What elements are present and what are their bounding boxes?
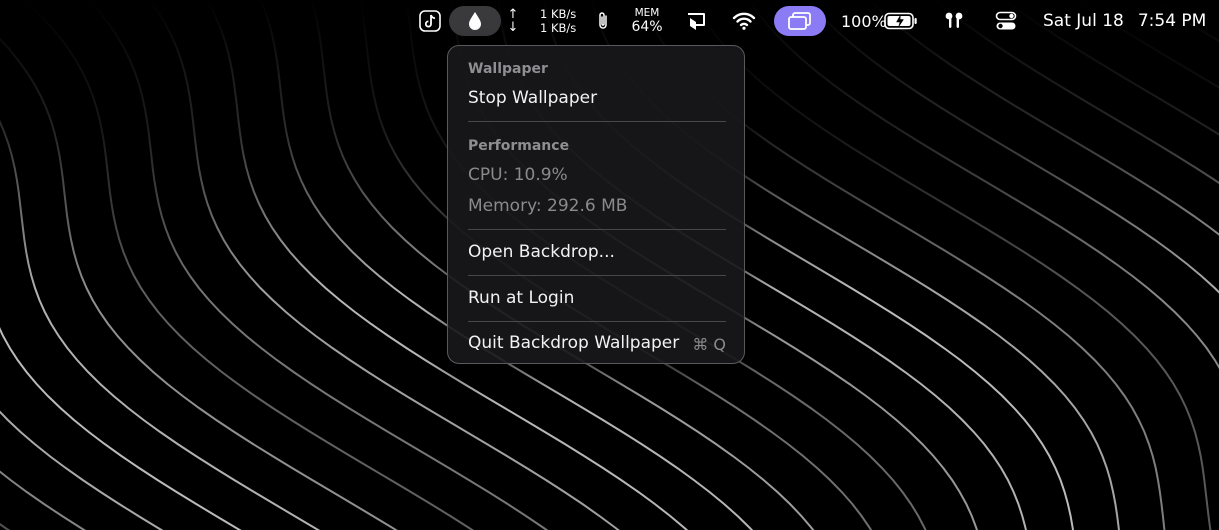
airpods-icon[interactable] (941, 0, 967, 42)
droplet-icon (469, 12, 481, 30)
wifi-icon[interactable] (731, 0, 757, 42)
section-header-performance: Performance (468, 138, 570, 154)
screens-icon (788, 12, 811, 30)
menu-separator (468, 275, 726, 276)
menu-bar: ↑ ↓ 1 KB/s 1 KB/s MEM 64% 100% Sat Jul 1… (0, 0, 1219, 42)
stop-wallpaper-item[interactable]: Stop Wallpaper (468, 88, 597, 108)
clock-date: Sat Jul 18 (1043, 11, 1124, 31)
memory-stat[interactable]: MEM 64% (630, 0, 664, 42)
network-arrows-icon: ↑ ↓ (507, 7, 519, 35)
paperclip-icon[interactable] (594, 0, 612, 42)
section-header-wallpaper: Wallpaper (468, 61, 548, 77)
backdrop-menu-button[interactable] (449, 6, 501, 36)
run-at-login-item[interactable]: Run at Login (468, 288, 574, 308)
menu-separator (468, 321, 726, 322)
menu-separator (468, 121, 726, 122)
screens-button[interactable] (774, 6, 826, 36)
quit-backdrop-item[interactable]: Quit Backdrop Wallpaper (468, 333, 679, 353)
battery-percent[interactable]: 100% (841, 0, 887, 42)
backdrop-dropdown-menu: Wallpaper Stop Wallpaper Performance CPU… (447, 45, 745, 364)
memory-usage-item: Memory: 292.6 MB (468, 196, 628, 216)
clock-time: 7:54 PM (1137, 11, 1207, 31)
menu-separator (468, 229, 726, 230)
memory-label: MEM (634, 6, 660, 19)
cpu-usage-item: CPU: 10.9% (468, 165, 568, 185)
quit-shortcut: ⌘ Q (692, 335, 726, 354)
tiktok-icon[interactable] (418, 0, 442, 42)
memory-value: 64% (631, 19, 663, 36)
menubar-clock[interactable]: Sat Jul 18 7:54 PM (1043, 0, 1206, 42)
network-speed[interactable]: 1 KB/s 1 KB/s (540, 0, 576, 42)
control-center-icon[interactable] (994, 0, 1018, 42)
display-mirror-icon[interactable] (684, 0, 710, 42)
network-down: 1 KB/s (540, 21, 577, 35)
battery-charging-icon[interactable] (884, 0, 918, 42)
open-backdrop-item[interactable]: Open Backdrop... (468, 242, 615, 262)
network-up: 1 KB/s (540, 7, 577, 21)
